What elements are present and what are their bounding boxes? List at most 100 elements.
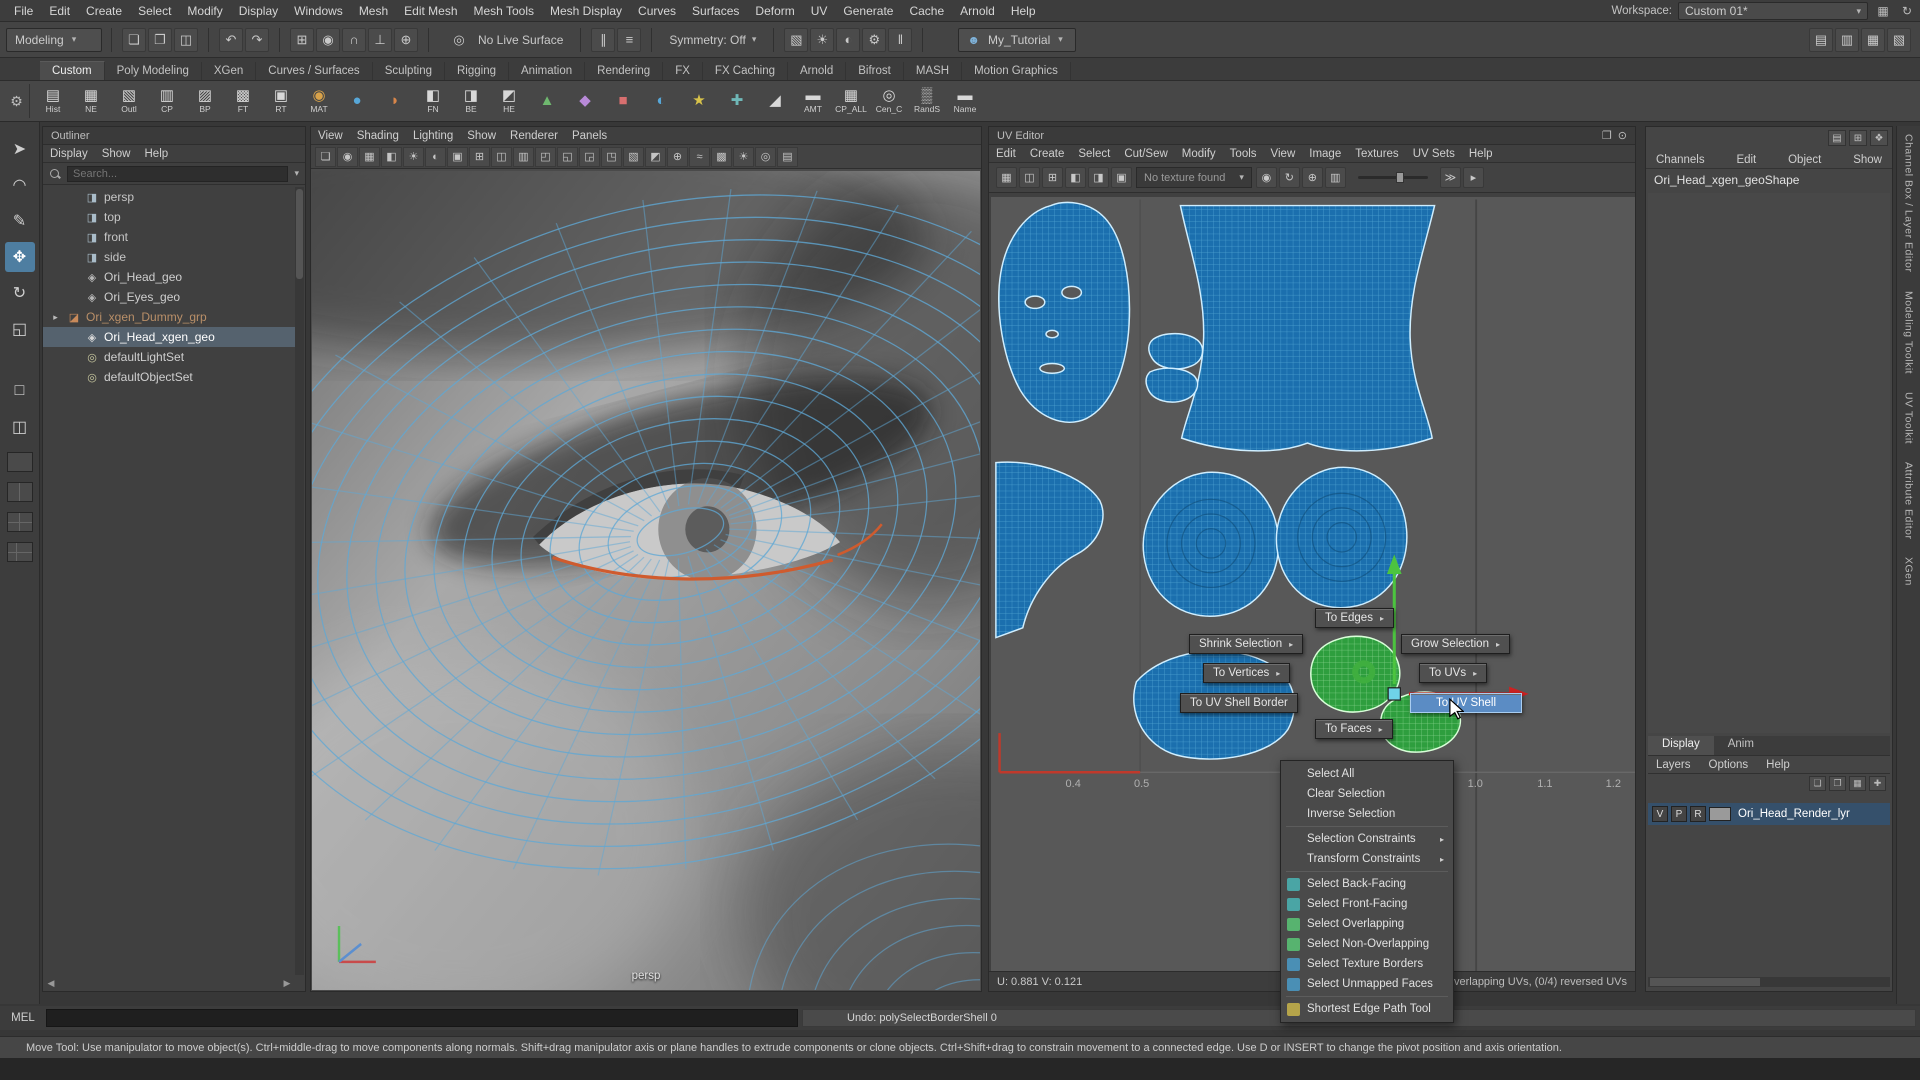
scroll-right-icon[interactable]: ▶ <box>281 977 293 989</box>
construction-icon[interactable]: ≡ <box>617 28 641 52</box>
shelf-button[interactable]: ◆ <box>566 82 604 120</box>
move-tool-icon[interactable]: ✥ <box>5 242 35 272</box>
viewport-icon[interactable]: ◱ <box>557 147 578 167</box>
channel-box-menu-item[interactable]: Show <box>1853 154 1882 166</box>
menu-item[interactable]: Select <box>130 0 179 22</box>
shelf-button[interactable]: ◉ MAT <box>300 82 338 120</box>
menu-item[interactable]: Edit <box>41 0 78 22</box>
layout-three-pane-button[interactable] <box>7 542 33 562</box>
menu-item[interactable]: File <box>6 0 41 22</box>
undo-redo-icon[interactable]: ↶ <box>219 28 243 52</box>
viewport-icon[interactable]: ▧ <box>623 147 644 167</box>
layer-editor-icon[interactable]: ❏ <box>1809 776 1826 791</box>
marking-menu-shrink-selection[interactable]: Shrink Selection ▸ <box>1189 634 1303 654</box>
snap-icon[interactable]: ◉ <box>316 28 340 52</box>
menu-item[interactable]: Windows <box>286 0 351 22</box>
shelf-tab[interactable]: Poly Modeling <box>105 62 202 80</box>
shelf-button[interactable]: ◩ HE <box>490 82 528 120</box>
undo-redo-icon[interactable]: ↷ <box>245 28 269 52</box>
symmetry-indicator[interactable]: Symmetry: Off ▾ <box>661 28 764 52</box>
image-dim-slider[interactable] <box>1358 176 1428 179</box>
menu-item-shortest-edge-path-tool[interactable]: Shortest Edge Path Tool <box>1281 999 1453 1019</box>
marking-menu-to-faces[interactable]: To Faces ▸ <box>1315 719 1393 739</box>
viewport-menu-item[interactable]: Shading <box>350 130 406 142</box>
lasso-tool-icon[interactable]: ◠ <box>5 170 35 200</box>
selected-shape-name[interactable]: Ori_Head_xgen_geoShape <box>1654 173 1799 187</box>
uv-toolbar-icon[interactable]: ⊞ <box>1042 167 1063 188</box>
uv-menu-item[interactable]: Textures <box>1348 148 1405 160</box>
snap-icon[interactable]: ⊥ <box>368 28 392 52</box>
layer-color-swatch[interactable] <box>1709 807 1731 821</box>
panel-toggle-icon[interactable]: ▤ <box>1809 28 1833 52</box>
shelf-tab[interactable]: Custom <box>40 61 105 80</box>
layout-single-pane-button[interactable] <box>7 452 33 472</box>
scrollbar-thumb[interactable] <box>1650 978 1760 986</box>
scroll-left-icon[interactable]: ◀ <box>45 977 57 989</box>
shelf-tab[interactable]: XGen <box>202 62 256 80</box>
viewport-icon[interactable]: ◲ <box>579 147 600 167</box>
shelf-button[interactable]: ✚ <box>718 82 756 120</box>
construction-icon[interactable]: ∥ <box>591 28 615 52</box>
scrollbar-thumb[interactable] <box>296 189 303 279</box>
uv-toolbar-icon[interactable]: ▣ <box>1111 167 1132 188</box>
texture-selector[interactable]: No texture found ▾ <box>1136 167 1252 188</box>
render-icon[interactable]: ‖ <box>888 28 912 52</box>
viewport-icon[interactable]: ◉ <box>337 147 358 167</box>
uv-menu-item[interactable]: Edit <box>989 148 1023 160</box>
paint-select-tool-icon[interactable]: ✎ <box>5 206 35 236</box>
viewport-menu-item[interactable]: Show <box>460 130 503 142</box>
menu-item-select-overlapping[interactable]: Select Overlapping <box>1281 914 1453 934</box>
sidebar-vertical-tab[interactable]: Channel Box / Layer Editor <box>1903 134 1915 273</box>
sidebar-vertical-tab[interactable]: Modeling Toolkit <box>1903 291 1915 374</box>
viewport-icon[interactable]: ◧ <box>381 147 402 167</box>
select-tool-icon[interactable]: ➤ <box>5 134 35 164</box>
expand-arrow-icon[interactable]: ▸ <box>49 312 62 323</box>
viewport-icon[interactable]: ◰ <box>535 147 556 167</box>
marking-menu-to-uv-shell-border[interactable]: To UV Shell Border <box>1180 693 1298 713</box>
layout-four-pane-button[interactable] <box>7 512 33 532</box>
sidebar-vertical-tab[interactable]: Attribute Editor <box>1903 462 1915 539</box>
uv-toolbar-icon[interactable]: ◨ <box>1088 167 1109 188</box>
menu-item[interactable]: Surfaces <box>684 0 747 22</box>
menu-item[interactable]: Display <box>231 0 286 22</box>
channel-box-menu-item[interactable]: Edit <box>1736 154 1756 166</box>
shelf-button[interactable]: ▧ Outl <box>110 82 148 120</box>
menu-item[interactable]: UV <box>803 0 836 22</box>
viewport-icon[interactable]: ❏ <box>315 147 336 167</box>
snap-icon[interactable]: ⊕ <box>394 28 418 52</box>
menu-item[interactable]: Help <box>1003 0 1044 22</box>
shelf-button[interactable]: ▣ RT <box>262 82 300 120</box>
shelf-tab[interactable]: FX <box>663 62 703 80</box>
outliner-item[interactable]: ◈ Ori_Eyes_geo <box>43 287 295 307</box>
refresh-icon[interactable]: ↻ <box>1898 2 1916 20</box>
shelf-button[interactable]: ▨ BP <box>186 82 224 120</box>
menu-item[interactable]: Deform <box>747 0 802 22</box>
shelf-button[interactable]: ◎ Cen_C <box>870 82 908 120</box>
layer-editor-icon[interactable]: ▦ <box>1849 776 1866 791</box>
uv-menu-item[interactable]: UV Sets <box>1406 148 1462 160</box>
outliner-scrollbar[interactable] <box>295 187 304 975</box>
menu-item[interactable]: Mesh Tools <box>466 0 542 22</box>
user-workspace-dropdown[interactable]: ☻ My_Tutorial ▾ <box>958 28 1076 52</box>
menu-item[interactable]: Generate <box>835 0 901 22</box>
shelf-tab[interactable]: Arnold <box>788 62 846 80</box>
viewport-icon[interactable]: ◐ <box>425 147 446 167</box>
outliner-item[interactable]: ◎ defaultObjectSet <box>43 367 295 387</box>
menu-item[interactable]: Arnold <box>952 0 1003 22</box>
outliner-menu-item[interactable]: Show <box>95 148 138 160</box>
channel-display-icon[interactable]: ▤ <box>1828 130 1846 146</box>
marking-menu-grow-selection[interactable]: Grow Selection ▸ <box>1401 634 1510 654</box>
shelf-tab[interactable]: Curves / Surfaces <box>256 62 372 80</box>
outliner-item[interactable]: ◨ front <box>43 227 295 247</box>
viewport-icon[interactable]: ☀ <box>403 147 424 167</box>
uv-toolbar-icon[interactable]: ⊕ <box>1302 167 1323 188</box>
outliner-item[interactable]: ◈ Ori_Head_geo <box>43 267 295 287</box>
viewport-icon[interactable]: ◎ <box>755 147 776 167</box>
menu-item-select-unmapped-faces[interactable]: Select Unmapped Faces <box>1281 974 1453 994</box>
search-input[interactable] <box>67 166 288 182</box>
marking-menu-to-vertices[interactable]: To Vertices ▸ <box>1203 663 1290 683</box>
layer-editor-menu-item[interactable]: Layers <box>1648 759 1699 771</box>
menu-item[interactable]: Create <box>78 0 130 22</box>
uv-toolbar-icon[interactable]: ≫ <box>1440 167 1461 188</box>
viewport-icon[interactable]: ◫ <box>491 147 512 167</box>
